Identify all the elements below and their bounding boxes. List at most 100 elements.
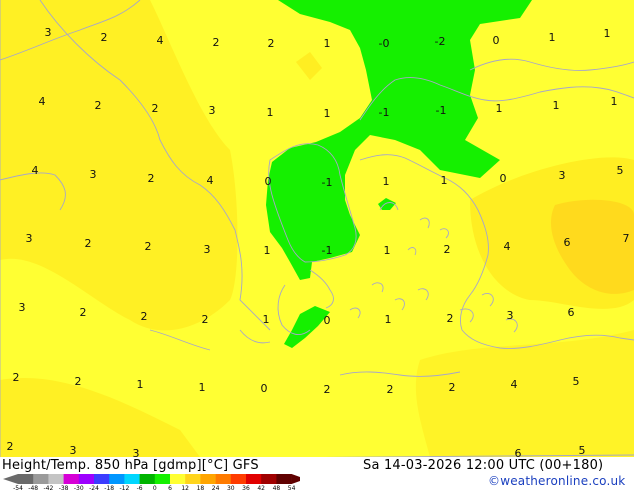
- scale-swatch: [276, 474, 292, 484]
- scale-swatch: [230, 474, 247, 484]
- isotherm-value-label: 2: [145, 240, 152, 253]
- scale-tick-label: 48: [272, 485, 281, 492]
- isotherm-value-label: 1: [137, 378, 144, 391]
- isotherm-value-label: 4: [157, 34, 164, 47]
- scale-swatch: [215, 474, 232, 484]
- isotherm-value-label: 2: [101, 31, 108, 44]
- isotherm-value-label: 5: [617, 164, 624, 177]
- isotherm-value-label: 5: [573, 375, 580, 388]
- scale-swatch: [124, 474, 140, 484]
- isotherm-value-label: 6: [515, 447, 522, 457]
- scale-tick-label: 42: [257, 485, 266, 492]
- scale-swatch: [109, 474, 125, 484]
- scale-swatch: [261, 474, 277, 484]
- isotherm-value-label: 2: [387, 383, 394, 396]
- isotherm-value-label: 2: [13, 371, 20, 384]
- isotherm-value-label: 4: [207, 174, 214, 187]
- scale-tick-label: -12: [119, 485, 130, 492]
- isotherm-value-label: 2: [268, 37, 275, 50]
- isotherm-value-label: -1: [379, 106, 390, 119]
- isotherm-value-label: 1: [604, 27, 611, 40]
- isotherm-value-label: -1: [436, 104, 447, 117]
- isotherm-value-label: 1: [553, 99, 560, 112]
- scale-swatch: [18, 474, 34, 484]
- valid-time: Sa 14-03-2026 12:00 UTC (00+180): [363, 458, 604, 473]
- isotherm-value-label: 3: [19, 301, 26, 314]
- scale-tick-label: -24: [89, 485, 99, 492]
- scale-tick-label: -54: [13, 485, 23, 492]
- isotherm-value-label: 1: [611, 95, 618, 108]
- scale-tick-label: 12: [181, 485, 190, 492]
- scale-tick-label: 30: [226, 485, 235, 492]
- isotherm-value-label: 3: [209, 104, 216, 117]
- isotherm-value-label: 2: [449, 381, 456, 394]
- isotherm-value-label: 2: [324, 383, 331, 396]
- isotherm-value-label: 1: [385, 313, 392, 326]
- isotherm-value-label: 0: [500, 172, 507, 185]
- isotherm-value-label: 2: [95, 99, 102, 112]
- scale-tick-label: -6: [136, 485, 143, 492]
- scale-tick-label: 24: [211, 485, 220, 492]
- isotherm-value-label: 3: [507, 309, 514, 322]
- scale-swatch: [154, 474, 171, 484]
- isotherm-value-label: 3: [90, 168, 97, 181]
- weather-map: 3 2 4 2 2 1 -0 -2 0 1 1 4 2 2 3 1 1 -1 -1 1 1 1 4 3 2 4 0 -1 1 1 0 3 5 3 2…: [0, 0, 634, 461]
- isotherm-value-label: 1: [384, 244, 391, 257]
- isotherm-value-label: 1: [267, 106, 274, 119]
- scale-arrow-left: [3, 474, 18, 484]
- scale-swatch: [139, 474, 156, 484]
- isotherm-value-label: 1: [549, 31, 556, 44]
- isotherm-value-label: 2: [447, 312, 454, 325]
- scale-swatch: [170, 474, 186, 484]
- scale-tick-label: -38: [58, 485, 69, 492]
- isotherm-value-label: 3: [559, 169, 566, 182]
- scale-swatch: [33, 474, 49, 484]
- scale-tick-label: -48: [28, 485, 39, 492]
- scale-tick-label: 0: [152, 485, 157, 492]
- isotherm-value-label: 2: [141, 310, 148, 323]
- isotherm-value-label: 5: [579, 444, 586, 457]
- isotherm-value-label: 1: [383, 175, 390, 188]
- isotherm-value-label: 4: [504, 240, 511, 253]
- isotherm-value-label: 2: [80, 306, 87, 319]
- isotherm-value-label: 1: [324, 37, 331, 50]
- scale-tick-label: 36: [242, 485, 250, 492]
- isotherm-value-label: 2: [152, 102, 159, 115]
- isotherm-value-label: 2: [7, 440, 14, 453]
- isotherm-value-label: 3: [26, 232, 33, 245]
- isotherm-value-label: 6: [564, 236, 571, 249]
- isotherm-value-label: 4: [32, 164, 39, 177]
- isotherm-value-label: -1: [322, 244, 333, 257]
- isotherm-value-label: 1: [263, 313, 270, 326]
- scale-tick-label: 54: [287, 485, 296, 492]
- isotherm-value-label: 4: [511, 378, 518, 391]
- isotherm-value-label: 7: [623, 232, 630, 245]
- isotherm-value-label: 1: [324, 107, 331, 120]
- isotherm-value-label: 2: [444, 243, 451, 256]
- isotherm-value-label: 2: [213, 36, 220, 49]
- scale-swatch: [94, 474, 110, 484]
- scale-tick-labels: -54 -48 -42 -38 -30 -24 -18 -12 -6 0 6 12 18 24 30 36 42…: [0, 485, 634, 492]
- isotherm-value-label: 2: [202, 313, 209, 326]
- isotherm-value-label: -1: [322, 176, 333, 189]
- isotherm-value-label: 4: [39, 95, 46, 108]
- isotherm-value-label: -0: [379, 37, 390, 50]
- scale-swatch: [200, 474, 216, 484]
- scale-tick-label: 6: [168, 485, 172, 492]
- scale-swatch: [185, 474, 201, 484]
- isotherm-value-label: 3: [45, 26, 52, 39]
- map-title: Height/Temp. 850 hPa [gdmp][°C] GFS: [2, 458, 259, 473]
- isotherm-value-label: 2: [148, 172, 155, 185]
- isotherm-value-label: 3: [204, 243, 211, 256]
- isotherm-value-label: 1: [199, 381, 206, 394]
- isotherm-value-label: 1: [441, 174, 448, 187]
- scale-swatch: [63, 474, 80, 484]
- isotherm-value-label: 3: [70, 444, 77, 457]
- isotherm-value-label: 0: [265, 175, 272, 188]
- isotherm-value-label: 2: [85, 237, 92, 250]
- isotherm-value-label: 1: [264, 244, 271, 257]
- isotherm-value-label: -2: [435, 35, 446, 48]
- isotherm-value-label: 0: [493, 34, 500, 47]
- isotherm-value-label: 0: [261, 382, 268, 395]
- isotherm-value-label: 2: [75, 375, 82, 388]
